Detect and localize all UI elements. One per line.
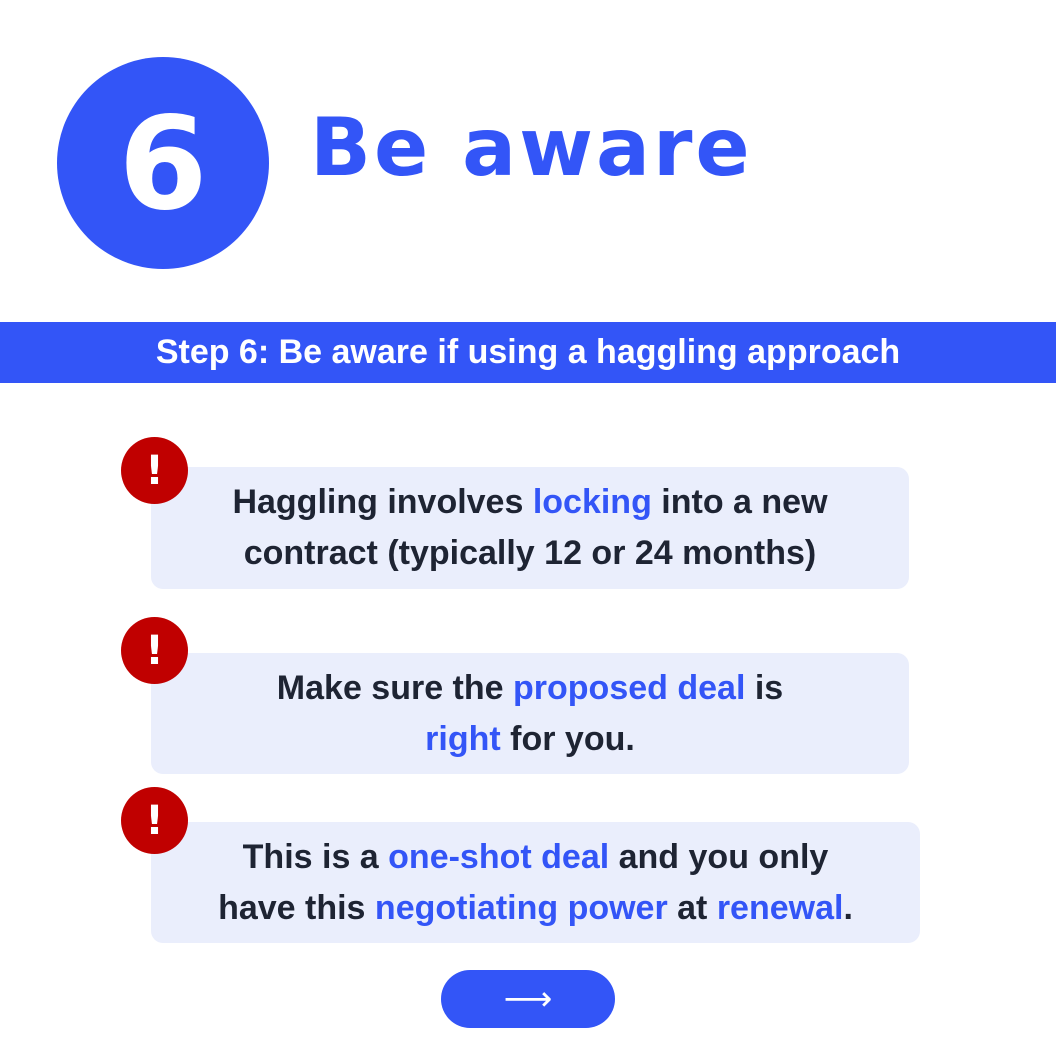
exclamation-icon: ! (121, 787, 188, 854)
text-segment: and you only (609, 837, 829, 876)
step-banner: Step 6: Be aware if using a haggling app… (0, 322, 1056, 383)
highlight-segment: renewal (716, 888, 844, 927)
card-text: This is a one-shot deal and you only hav… (218, 832, 853, 934)
card-line-2: contract (typically 12 or 24 months) (232, 528, 827, 579)
card-line-2: right for you. (277, 714, 783, 765)
text-segment: into a new (651, 483, 828, 521)
page-title: Be aware (310, 101, 753, 194)
card-line-1: Haggling involves locking into a new (232, 477, 827, 528)
highlight-segment: one-shot deal (388, 837, 610, 876)
info-card-proposed-deal: Make sure the proposed deal is right for… (151, 653, 909, 774)
text-segment: contract (typically 12 or 24 months) (243, 534, 817, 572)
exclamation-icon: ! (121, 437, 188, 504)
text-segment: at (667, 888, 717, 927)
text-segment: Haggling involves (232, 483, 533, 521)
text-segment: . (843, 888, 853, 927)
text-segment: is (745, 668, 784, 707)
exclamation-icon: ! (121, 617, 188, 684)
card-text: Haggling involves locking into a new con… (232, 477, 827, 579)
banner-text: Step 6: Be aware if using a haggling app… (155, 333, 901, 371)
step-number: 6 (118, 90, 208, 239)
text-segment: Make sure the (276, 668, 514, 707)
arrow-right-icon: ⟶ (503, 979, 553, 1019)
highlight-segment: locking (532, 483, 652, 521)
info-card-locking: Haggling involves locking into a new con… (151, 467, 909, 589)
text-segment: for you. (500, 719, 635, 758)
highlight-segment: proposed deal (513, 668, 746, 707)
card-line-1: Make sure the proposed deal is (277, 663, 783, 714)
card-line-1: This is a one-shot deal and you only (218, 832, 853, 883)
text-segment: This is a (242, 837, 389, 876)
card-line-2: have this negotiating power at renewal. (218, 883, 853, 934)
step-number-badge: 6 (57, 57, 269, 269)
next-button[interactable]: ⟶ (441, 970, 615, 1028)
highlight-segment: negotiating power (374, 888, 668, 927)
card-text: Make sure the proposed deal is right for… (277, 663, 783, 765)
highlight-segment: right (425, 719, 501, 758)
info-card-one-shot-deal: This is a one-shot deal and you only hav… (151, 822, 920, 943)
text-segment: have this (218, 888, 375, 927)
